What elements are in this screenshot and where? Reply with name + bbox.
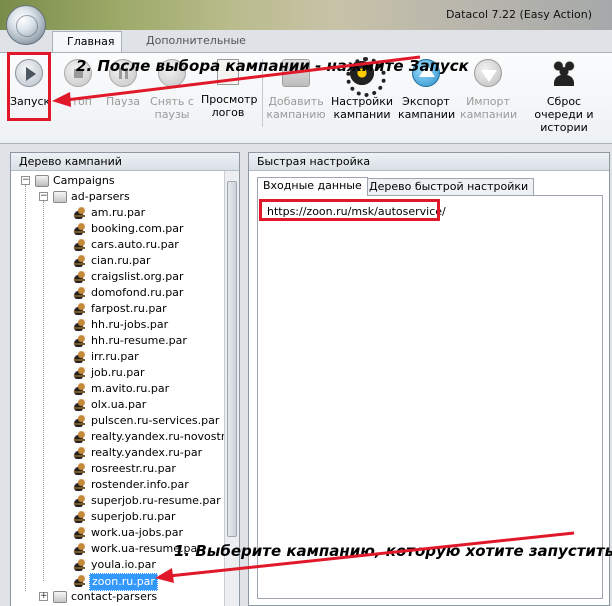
- reset-queue-icon: [550, 59, 578, 87]
- campaign-icon: [73, 223, 87, 235]
- tree-line: [25, 185, 26, 591]
- tree-node-label: rostender.info.par: [91, 478, 189, 491]
- tree-line: [43, 201, 44, 581]
- tree-node-label: cars.auto.ru.par: [91, 238, 179, 251]
- campaign-icon: [73, 415, 87, 427]
- collapse-campaigns-toggle[interactable]: −: [21, 176, 30, 185]
- campaign-icon: [73, 495, 87, 507]
- tree-node-label: ad-parsers: [71, 190, 130, 203]
- app-menu-orb-icon[interactable]: [6, 5, 46, 45]
- tree-node-label: superjob.ru-resume.par: [91, 494, 221, 507]
- campaign-icon: [73, 463, 87, 475]
- tree-node-label: cian.ru.par: [91, 254, 151, 267]
- campaign-icon: [73, 271, 87, 283]
- tree-node-label: farpost.ru.par: [91, 302, 167, 315]
- instruction-step-1: 1. Выберите кампанию, которую хотите зап…: [174, 542, 612, 560]
- campaign-tree-title: Дерево кампаний: [11, 153, 239, 171]
- tree-node-label: olx.ua.par: [91, 398, 147, 411]
- tree-node-label: craigslist.org.par: [91, 270, 184, 283]
- campaign-icon: [73, 303, 87, 315]
- campaign-icon: [73, 319, 87, 331]
- campaign-icon: [73, 287, 87, 299]
- folder-icon: [53, 191, 67, 203]
- tree-node-label: Campaigns: [53, 174, 115, 187]
- campaign-icon: [73, 239, 87, 251]
- instruction-step-2: 2. После выбора кампании - нажмите Запус…: [76, 57, 469, 75]
- collapse-ad-parsers-toggle[interactable]: −: [39, 192, 48, 201]
- campaign-icon: [73, 207, 87, 219]
- tree-node-label: m.avito.ru.par: [91, 382, 170, 395]
- campaign-icon: [73, 367, 87, 379]
- add-campaign-button-label: Добавить кампанию: [266, 95, 326, 121]
- unpause-button-label: Снять с паузы: [150, 95, 194, 121]
- campaign-icon: [73, 543, 87, 555]
- tree-node-label: rosreestr.ru.par: [91, 462, 176, 475]
- campaign-icon: [73, 479, 87, 491]
- ribbon-tab-bar: Главная Дополнительные: [0, 30, 612, 52]
- reset-queue-button-label: Сброс очереди и истории: [534, 95, 594, 134]
- window-title: Datacol 7.22 (Easy Action): [445, 8, 592, 21]
- tab-home[interactable]: Главная: [52, 31, 122, 52]
- tree-node-label: hh.ru-jobs.par: [91, 318, 169, 331]
- start-button-highlight: [7, 52, 51, 121]
- folder-icon: [35, 175, 49, 187]
- tree-node-label: hh.ru-resume.par: [91, 334, 187, 347]
- tree-node-label: work.ua-jobs.par: [91, 526, 184, 539]
- import-icon: [474, 59, 502, 87]
- tree-node-label: pulscen.ru-services.par: [91, 414, 220, 427]
- tab-additional[interactable]: Дополнительные: [132, 31, 260, 52]
- tree-node-label: am.ru.par: [91, 206, 146, 219]
- input-url-highlight: [259, 199, 440, 221]
- stop-button-label: Стоп: [63, 95, 92, 108]
- view-logs-button-label: Просмотр логов: [201, 93, 258, 119]
- tree-node-label: booking.com.par: [91, 222, 184, 235]
- tree-node-label: irr.ru.par: [91, 350, 139, 363]
- folder-icon: [53, 591, 67, 603]
- tree-node-label: contact-parsers: [71, 590, 158, 603]
- quick-settings-panel: Быстрая настройка Входные данные Дерево …: [248, 152, 610, 606]
- tab-input-data[interactable]: Входные данные: [257, 177, 368, 196]
- campaign-icon: [73, 335, 87, 347]
- tab-quick-settings-tree[interactable]: Дерево быстрой настройки: [363, 178, 535, 196]
- campaign-tree[interactable]: − Campaigns − ad-parsers am.ru.par booking.co…: [11, 171, 232, 606]
- input-data-area[interactable]: [257, 195, 603, 599]
- campaign-icon: [73, 383, 87, 395]
- expand-contact-parsers-toggle[interactable]: +: [39, 592, 48, 601]
- reset-queue-button[interactable]: Сброс очереди и истории: [522, 59, 606, 134]
- tree-node-label: domofond.ru.par: [91, 286, 184, 299]
- campaign-icon: [73, 399, 87, 411]
- pause-button-label: Пауза: [105, 95, 141, 108]
- campaign-icon: [73, 351, 87, 363]
- quick-settings-title: Быстрая настройка: [249, 153, 609, 171]
- tree-node-label: youla.io.par: [91, 558, 156, 571]
- campaign-icon: [73, 575, 87, 587]
- campaign-icon: [73, 447, 87, 459]
- campaign-icon: [73, 559, 87, 571]
- campaign-settings-button-label: Настройки кампании: [330, 95, 394, 121]
- campaign-icon: [73, 431, 87, 443]
- tree-node-label: job.ru.par: [91, 366, 145, 379]
- export-campaign-button-label: Экспорт кампании: [398, 95, 456, 121]
- app-window: Datacol 7.22 (Easy Action) Главная Допол…: [0, 0, 612, 606]
- tree-scrollbar-thumb[interactable]: [227, 181, 237, 537]
- tree-node-label: realty.yandex.ru-par: [91, 446, 203, 459]
- title-bar: Datacol 7.22 (Easy Action): [0, 0, 612, 30]
- import-campaign-button-label: Импорт кампании: [460, 95, 518, 121]
- campaign-icon: [73, 527, 87, 539]
- campaign-icon: [73, 255, 87, 267]
- campaign-tree-panel: Дерево кампаний − Campaigns − ad-parsers am.…: [10, 152, 240, 606]
- tree-node-label: superjob.ru.par: [91, 510, 176, 523]
- tree-scrollbar[interactable]: [224, 171, 239, 606]
- campaign-icon: [73, 511, 87, 523]
- tree-node-label: realty.yandex.ru-novostro: [91, 430, 232, 443]
